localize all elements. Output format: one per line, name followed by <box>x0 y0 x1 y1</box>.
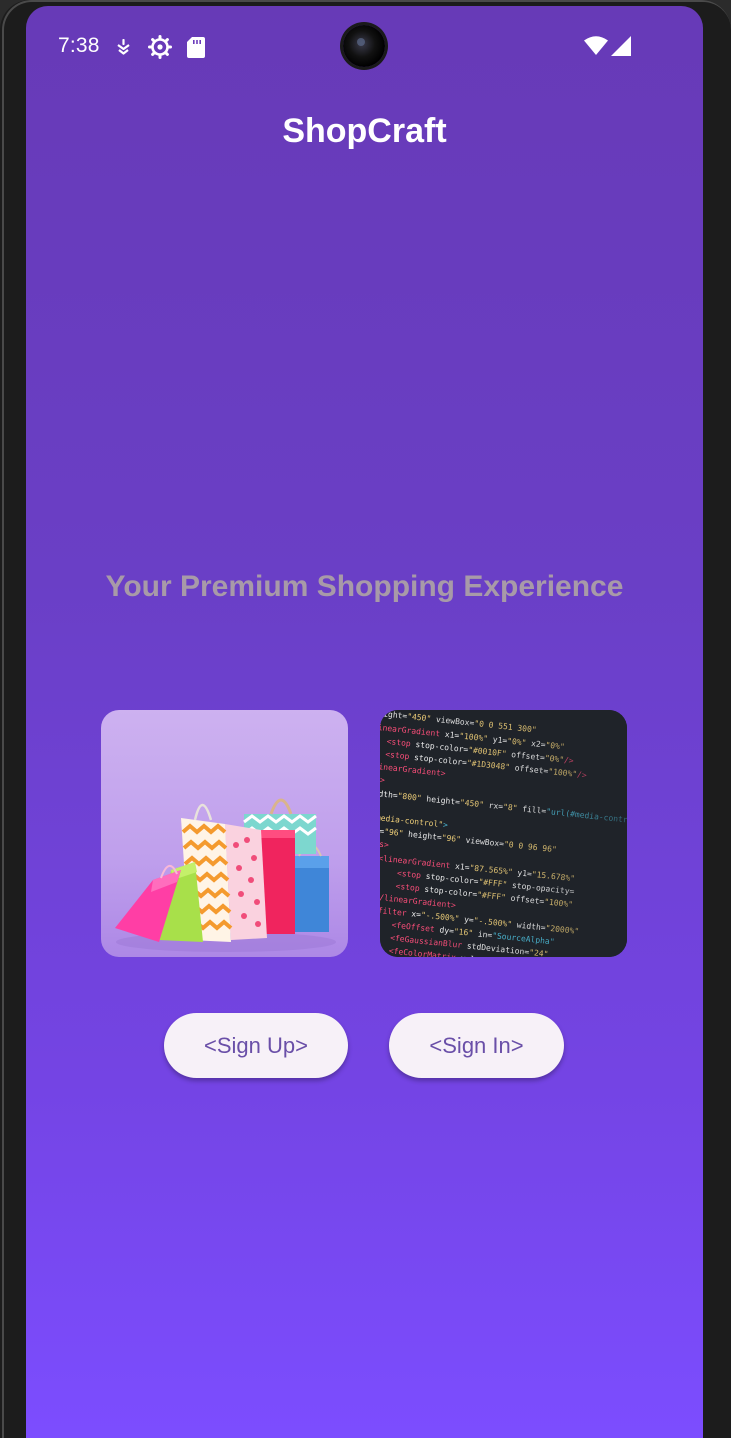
status-bar: 7:38 <box>26 6 703 86</box>
code-screen-image: height="450" viewBox="0 0 551 300" <line… <box>380 710 627 957</box>
sign-in-button[interactable]: <Sign In> <box>389 1013 564 1078</box>
sign-up-button[interactable]: <Sign Up> <box>164 1013 348 1078</box>
shopping-bags-image <box>101 710 348 957</box>
app-title: ShopCraft <box>282 112 447 150</box>
tagline: Your Premium Shopping Experience <box>105 570 624 603</box>
cell-signal-icon <box>611 36 631 56</box>
sd-card-icon <box>187 37 205 58</box>
app-screen: 7:38 ShopCraft Your Premium Shopping Exp… <box>26 6 703 1438</box>
status-time: 7:38 <box>58 34 100 57</box>
front-camera <box>343 25 385 67</box>
wifi-icon <box>584 36 608 55</box>
notification-icon <box>117 39 130 55</box>
device-frame: 7:38 ShopCraft Your Premium Shopping Exp… <box>0 0 731 1438</box>
settings-gear-icon <box>148 35 172 59</box>
